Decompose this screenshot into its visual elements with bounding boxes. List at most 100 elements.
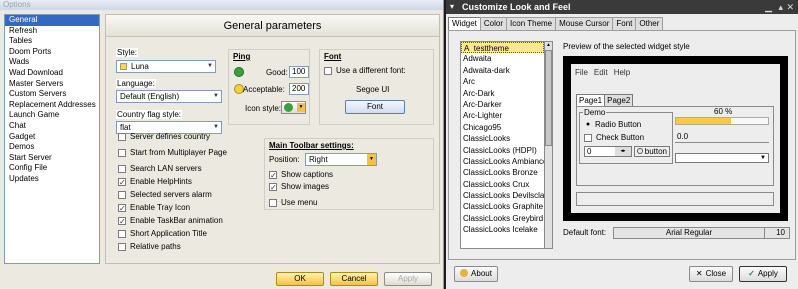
nav-item[interactable]: General — [5, 15, 99, 26]
nav-item[interactable]: Wad Download — [5, 68, 99, 79]
preview-spin-input[interactable]: 0 ◂▸ — [584, 146, 632, 157]
radio-icon[interactable]: ● — [584, 121, 592, 128]
tab-font[interactable]: Font — [612, 17, 637, 30]
theme-item[interactable]: ClassicLooks Graphite — [461, 201, 544, 212]
radio-button[interactable]: ● Radio Button — [584, 120, 641, 129]
checkbox-box[interactable] — [118, 242, 126, 251]
minimize-icon[interactable]: ▁ — [765, 0, 772, 14]
spin-arrows-icon[interactable]: ◂▸ — [615, 147, 631, 156]
nav-item[interactable]: Launch Game — [5, 110, 99, 121]
scroll-up-icon[interactable]: ▲ — [545, 42, 552, 49]
checkbox-box[interactable] — [118, 148, 126, 157]
theme-item[interactable]: Arc — [461, 76, 544, 87]
option-checkbox[interactable]: Selected servers alarm — [118, 190, 212, 199]
theme-item[interactable]: Arc-Darker — [461, 99, 544, 110]
options-nav-list[interactable]: General Refresh Tables Doom Ports Wads Wad Do… — [4, 14, 100, 264]
nav-item[interactable]: Refresh — [5, 26, 99, 37]
checkbox-box[interactable] — [118, 216, 126, 225]
window-menu-icon[interactable]: ▾ — [450, 0, 454, 14]
preview-tab[interactable]: Page2 — [604, 94, 634, 106]
close-button[interactable]: ✕ Close — [689, 266, 733, 282]
theme-item[interactable]: ClassicLooks Ambiance — [461, 156, 544, 167]
theme-item[interactable]: ClassicLooks Greybird — [461, 213, 544, 224]
theme-list[interactable]: A_testtheme Adwaita Adwaita-dark Arc Arc-Dar… — [460, 41, 545, 249]
theme-item[interactable]: Arc-Lighter — [461, 110, 544, 121]
apply-button[interactable]: Apply — [384, 272, 432, 286]
maximize-icon[interactable]: ▴ — [778, 0, 783, 14]
preview-tab[interactable]: Page1 — [576, 94, 606, 106]
show-images-checkbox[interactable]: Show images — [269, 182, 329, 191]
tab-color[interactable]: Color — [479, 17, 508, 30]
scroll-thumb[interactable] — [545, 50, 552, 146]
theme-item[interactable]: ClassicLooks Crux — [461, 179, 544, 190]
nav-item[interactable]: Config File — [5, 163, 99, 174]
option-checkbox[interactable]: Enable Tray Icon — [118, 203, 190, 212]
nav-item[interactable]: Master Servers — [5, 79, 99, 90]
checkbox-box[interactable] — [118, 203, 126, 212]
checkbox-box[interactable] — [269, 182, 277, 191]
preview-menu-item[interactable]: Edit — [594, 68, 608, 77]
checkbox-box[interactable] — [118, 164, 126, 173]
option-checkbox[interactable]: Start from Multiplayer Page — [118, 148, 227, 157]
option-checkbox[interactable]: Short Application Title — [118, 229, 207, 238]
option-checkbox[interactable]: Enable HelpHints — [118, 177, 192, 186]
theme-item[interactable]: Adwaita — [461, 53, 544, 64]
acceptable-ping-input[interactable]: 200 — [289, 83, 309, 95]
checkbox-box[interactable] — [118, 190, 126, 199]
good-ping-input[interactable]: 100 — [289, 66, 309, 78]
show-captions-checkbox[interactable]: Show captions — [269, 170, 333, 179]
tab-other[interactable]: Other — [635, 17, 664, 30]
theme-item[interactable]: Arc-Dark — [461, 88, 544, 99]
preview-menu-item[interactable]: File — [575, 68, 588, 77]
language-select[interactable]: Default (English) ▼ — [116, 90, 222, 103]
nav-item[interactable]: Chat — [5, 121, 99, 132]
tab-icon-theme[interactable]: Icon Theme — [506, 17, 557, 30]
theme-item[interactable]: ClassicLooks (HDPI) — [461, 145, 544, 156]
theme-item[interactable]: ClassicLooks Icelake — [461, 224, 544, 235]
use-menu-checkbox[interactable]: Use menu — [269, 198, 317, 207]
theme-scrollbar[interactable]: ▲ — [545, 41, 553, 249]
checkbox-box[interactable] — [269, 198, 277, 207]
position-select[interactable]: Right ▼ — [305, 153, 377, 166]
nav-item[interactable]: Updates — [5, 174, 99, 185]
checkbox-box[interactable] — [584, 133, 592, 142]
use-different-font-checkbox[interactable]: Use a different font: — [324, 66, 406, 75]
cancel-button[interactable]: Cancel — [330, 272, 378, 286]
nav-item[interactable]: Start Server — [5, 153, 99, 164]
apply-button[interactable]: ✓ Apply — [739, 266, 787, 282]
font-button[interactable]: Font — [345, 100, 405, 114]
checkbox-box[interactable] — [118, 177, 126, 186]
option-checkbox[interactable]: Relative paths — [118, 242, 181, 251]
preview-combo[interactable]: ▼ — [675, 153, 769, 163]
option-checkbox[interactable]: Enable TaskBar animation — [118, 216, 223, 225]
theme-item[interactable]: ClassicLooks — [461, 133, 544, 144]
tab-widget[interactable]: Widget — [448, 17, 481, 31]
preview-button[interactable]: button — [634, 146, 670, 157]
nav-item[interactable]: Tables — [5, 36, 99, 47]
style-select[interactable]: Luna ▼ — [116, 60, 216, 73]
default-font-button[interactable]: Arial Regular 10 — [613, 227, 790, 239]
option-checkbox[interactable]: Search LAN servers — [118, 164, 202, 173]
nav-item[interactable]: Demos — [5, 142, 99, 153]
nav-item[interactable]: Replacement Addresses — [5, 100, 99, 111]
theme-item[interactable]: Chicago95 — [461, 122, 544, 133]
option-checkbox[interactable]: Server defines country — [118, 132, 210, 141]
close-icon[interactable]: ✕ — [786, 0, 794, 14]
nav-item[interactable]: Doom Ports — [5, 47, 99, 58]
check-button[interactable]: Check Button — [584, 133, 644, 142]
checkbox-box[interactable] — [324, 66, 332, 75]
nav-item[interactable]: Gadget — [5, 132, 99, 143]
theme-item[interactable]: ClassicLooks Bronze — [461, 167, 544, 178]
icon-style-select[interactable]: ▼ — [281, 101, 306, 114]
tab-mouse-cursor[interactable]: Mouse Cursor — [555, 17, 614, 30]
about-button[interactable]: About — [454, 266, 498, 282]
checkbox-box[interactable] — [269, 170, 277, 179]
theme-item[interactable]: Adwaita-dark — [461, 65, 544, 76]
theme-item[interactable]: A_testtheme — [461, 42, 544, 54]
scale-track[interactable] — [675, 142, 769, 143]
theme-item[interactable]: ClassicLooks Devilsclaw — [461, 190, 544, 201]
checkbox-box[interactable] — [118, 229, 126, 238]
preview-menu-item[interactable]: Help — [614, 68, 630, 77]
nav-item[interactable]: Custom Servers — [5, 89, 99, 100]
ok-button[interactable]: OK — [276, 272, 324, 286]
